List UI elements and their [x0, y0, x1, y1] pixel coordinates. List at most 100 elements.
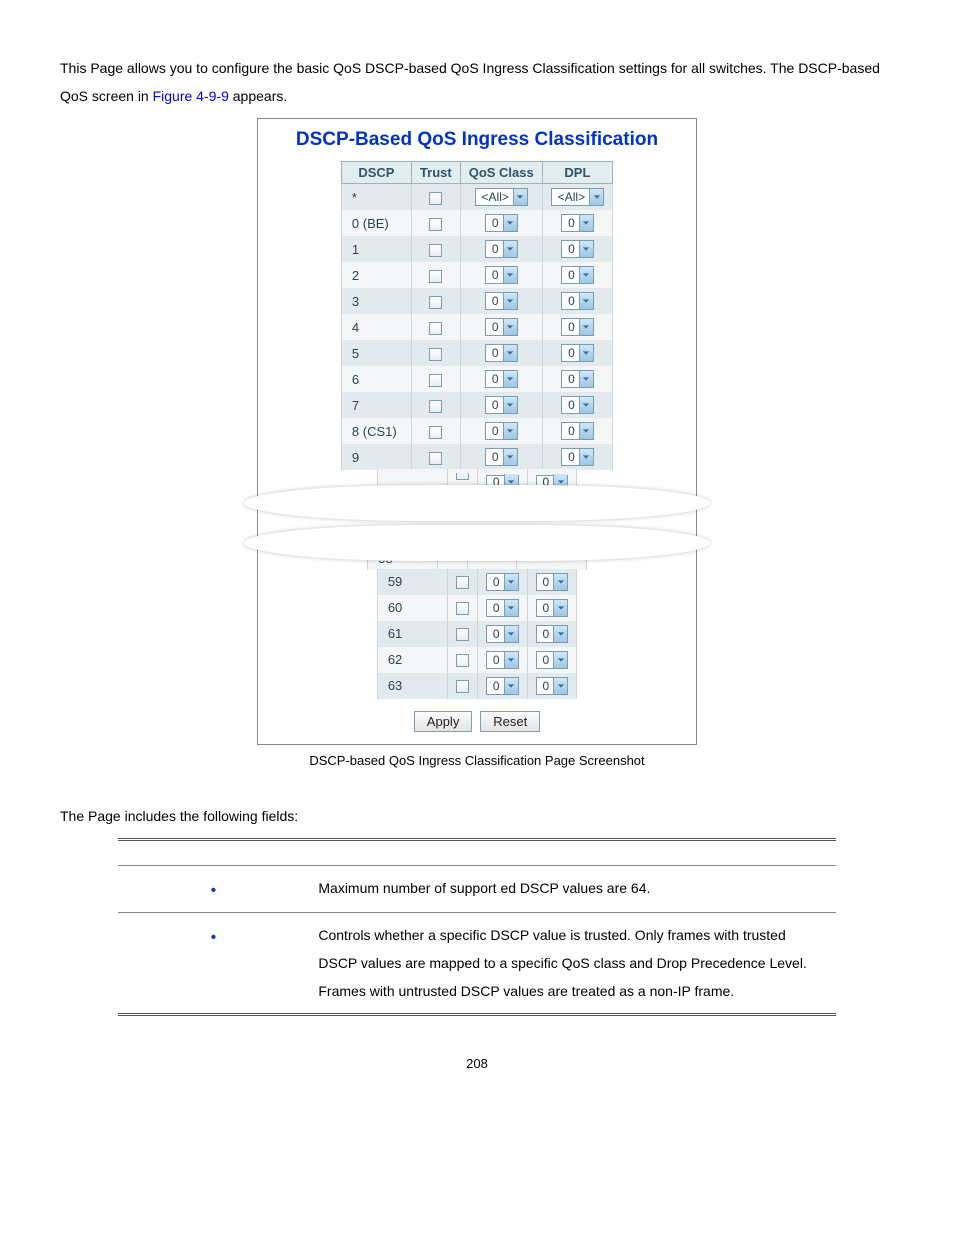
trust-checkbox-partial[interactable] — [456, 473, 469, 480]
trust-checkbox[interactable] — [429, 426, 442, 439]
dpl-select[interactable]: 0 — [561, 344, 594, 362]
table-row: 8 (CS1)00 — [341, 418, 612, 444]
qosclass-select[interactable]: 0 — [485, 266, 518, 284]
dscp-label: 5 — [341, 340, 411, 366]
dpl-select[interactable]: 0 — [561, 370, 594, 388]
qosclass-select[interactable]: 0 — [486, 625, 519, 643]
chevron-down-icon — [503, 241, 517, 257]
trust-checkbox[interactable] — [429, 322, 442, 335]
qosclass-select[interactable]: 0 — [486, 573, 519, 591]
table-row: 60 00 — [377, 595, 576, 621]
trust-checkbox[interactable] — [429, 270, 442, 283]
fields-table: •Maximum number of support ed DSCP value… — [118, 838, 835, 1016]
trust-checkbox[interactable] — [456, 654, 469, 667]
dpl-select[interactable]: 0 — [561, 448, 594, 466]
chevron-down-icon — [504, 626, 518, 642]
field-object: • — [118, 865, 308, 912]
dscp-label: 9 — [341, 444, 411, 470]
trust-checkbox[interactable] — [429, 400, 442, 413]
dpl-select[interactable]: 0 — [536, 677, 569, 695]
qosclass-select[interactable]: 0 — [485, 448, 518, 466]
qosclass-select[interactable]: 0 — [485, 240, 518, 258]
dpl-select[interactable]: 0 — [561, 266, 594, 284]
chevron-down-icon — [503, 449, 517, 465]
dscp-label: 62 — [377, 647, 447, 673]
chevron-down-icon — [503, 267, 517, 283]
qosclass-select[interactable]: 0 — [486, 599, 519, 617]
chevron-down-icon — [553, 600, 567, 616]
dpl-select[interactable]: 0 — [536, 573, 569, 591]
figure-ref-link[interactable]: Figure 4-9-9 — [153, 88, 229, 104]
dscp-label: 7 — [341, 392, 411, 418]
dpl-select[interactable]: 0 — [561, 292, 594, 310]
chevron-down-icon — [504, 678, 518, 694]
table-row: 6100 — [377, 621, 576, 647]
trust-checkbox[interactable] — [456, 680, 469, 693]
trust-checkbox[interactable] — [429, 374, 442, 387]
qosclass-select[interactable]: 0 — [485, 396, 518, 414]
dpl-select[interactable]: 0 — [561, 422, 594, 440]
dscp-label: 2 — [341, 262, 411, 288]
col-dscp: DSCP — [341, 162, 411, 184]
dpl-select[interactable]: 0 — [561, 396, 594, 414]
chevron-down-icon — [553, 678, 567, 694]
chevron-down-icon — [579, 371, 593, 387]
fields-intro: The Page includes the following fields: — [60, 808, 894, 824]
trust-checkbox-all[interactable] — [429, 192, 442, 205]
qosclass-select[interactable]: 0 — [485, 344, 518, 362]
bullet-icon: • — [211, 882, 217, 899]
col-dpl: DPL — [542, 162, 612, 184]
trust-checkbox[interactable] — [429, 348, 442, 361]
trust-checkbox[interactable] — [429, 218, 442, 231]
table-row: 3 0 0 — [341, 288, 612, 314]
dpl-select[interactable]: 0 — [561, 318, 594, 336]
trust-checkbox[interactable] — [456, 602, 469, 615]
page-number: 208 — [60, 1056, 894, 1071]
table-row: 2 0 0 — [341, 262, 612, 288]
qosclass-select[interactable]: 0 — [485, 318, 518, 336]
chevron-down-icon — [503, 215, 517, 231]
chevron-down-icon — [579, 423, 593, 439]
qosclass-select[interactable]: 0 — [485, 214, 518, 232]
qosclass-select[interactable]: 0 — [486, 677, 519, 695]
table-row: 59 00 — [377, 569, 576, 595]
dpl-select[interactable]: 0 — [561, 214, 594, 232]
table-row: 100 — [341, 236, 612, 262]
chevron-down-icon — [504, 652, 518, 668]
trust-checkbox[interactable] — [429, 244, 442, 257]
dpl-select[interactable]: 0 — [536, 599, 569, 617]
fields-row: •Controls whether a specific DSCP value … — [118, 912, 835, 1014]
dscp-label: 60 — [377, 595, 447, 621]
table-row: 7 0 0 — [341, 392, 612, 418]
dscp-label: 0 (BE) — [341, 210, 411, 236]
dpl-select[interactable]: 0 — [536, 625, 569, 643]
trust-checkbox[interactable] — [429, 296, 442, 309]
apply-button[interactable]: Apply — [414, 711, 473, 732]
qosclass-select[interactable]: 0 — [485, 422, 518, 440]
chevron-down-icon — [503, 397, 517, 413]
dpl-select[interactable]: 0 — [561, 240, 594, 258]
chevron-down-icon — [504, 600, 518, 616]
dscp-star: * — [341, 184, 411, 211]
trust-checkbox[interactable] — [429, 452, 442, 465]
chevron-down-icon — [579, 397, 593, 413]
dpl-select[interactable]: 0 — [536, 651, 569, 669]
dpl-select-all[interactable]: <All> — [551, 188, 604, 206]
trust-checkbox[interactable] — [456, 576, 469, 589]
trust-checkbox[interactable] — [456, 628, 469, 641]
table-row: 6300 — [377, 673, 576, 699]
qosclass-select[interactable]: 0 — [485, 292, 518, 310]
qosclass-select-all[interactable]: <All> — [475, 188, 528, 206]
dscp-figure: DSCP-Based QoS Ingress Classification DS… — [257, 118, 697, 745]
dscp-label: 4 — [341, 314, 411, 340]
qosclass-select[interactable]: 0 — [486, 651, 519, 669]
chevron-down-icon — [503, 319, 517, 335]
dscp-label: 59 — [377, 569, 447, 595]
qosclass-select[interactable]: 0 — [485, 370, 518, 388]
dscp-label: 3 — [341, 288, 411, 314]
chevron-down-icon — [504, 574, 518, 590]
reset-button[interactable]: Reset — [480, 711, 540, 732]
table-row: 5 0 0 — [341, 340, 612, 366]
col-trust: Trust — [411, 162, 460, 184]
intro-text-2: appears. — [229, 88, 287, 104]
